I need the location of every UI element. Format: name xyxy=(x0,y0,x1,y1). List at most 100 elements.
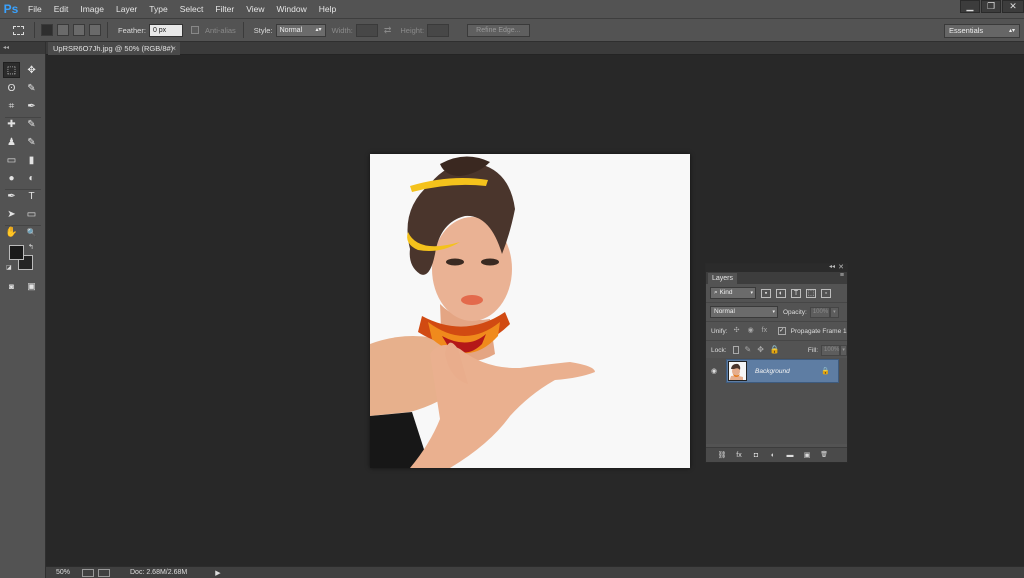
close-button[interactable]: ✕ xyxy=(1002,0,1024,13)
status-menu-arrow-icon[interactable]: ▶ xyxy=(215,569,220,577)
unify-position-icon[interactable]: ✣ xyxy=(734,327,742,335)
clone-stamp-tool-icon[interactable]: ♟ xyxy=(3,134,20,150)
close-panel-icon[interactable]: ✕ xyxy=(838,263,844,271)
foreground-color-swatch[interactable] xyxy=(9,245,24,260)
gradient-tool-icon[interactable]: ▮ xyxy=(23,152,40,168)
eraser-tool-icon[interactable]: ▭ xyxy=(3,152,20,168)
menu-image[interactable]: Image xyxy=(74,0,110,18)
tab-layers[interactable]: Layers xyxy=(708,273,738,284)
unify-style-icon[interactable]: fx xyxy=(762,327,770,335)
panel-menu-icon[interactable]: ≡ xyxy=(840,272,844,279)
filter-kind-dropdown[interactable]: ⌕ Kind ▾ xyxy=(710,287,756,299)
blur-tool-icon[interactable]: ● xyxy=(3,170,20,186)
workspace-dropdown[interactable]: Essentials ▴▾ xyxy=(944,24,1020,38)
document-canvas[interactable] xyxy=(370,154,690,468)
lock-position-icon[interactable]: ✥ xyxy=(757,346,764,354)
tool-preset-picker[interactable] xyxy=(6,21,30,39)
adjustment-filter-icon[interactable]: ◐ xyxy=(776,288,786,298)
subtract-selection-icon[interactable] xyxy=(73,24,85,36)
toolbar-collapse-icon[interactable]: ◂◂ xyxy=(0,42,45,54)
lasso-tool-icon[interactable]: ʘ xyxy=(3,80,20,96)
hand-tool-icon[interactable]: ✋ xyxy=(3,224,20,240)
visibility-eye-icon[interactable]: ◉ xyxy=(711,367,717,375)
blend-mode-dropdown[interactable]: Normal ▾ xyxy=(710,306,778,318)
antialias-checkbox[interactable] xyxy=(190,26,199,34)
unify-label: Unify: xyxy=(711,327,728,335)
rect-marquee-tool-icon[interactable]: ⬚ xyxy=(3,62,21,78)
smart-object-filter-icon[interactable]: ▫ xyxy=(821,288,831,298)
height-input[interactable] xyxy=(427,23,450,37)
swap-dimensions-icon[interactable]: ⇄ xyxy=(384,25,392,36)
refine-edge-button[interactable]: Refine Edge... xyxy=(467,23,530,37)
zoom-tool-icon[interactable]: 🔍 xyxy=(23,224,40,240)
menu-view[interactable]: View xyxy=(240,0,270,18)
style-label: Style: xyxy=(253,25,273,35)
intersect-selection-icon[interactable] xyxy=(89,24,101,36)
adjustment-layer-icon[interactable]: ◐ xyxy=(767,451,779,460)
menu-filter[interactable]: Filter xyxy=(209,0,240,18)
move-tool-icon[interactable]: ✥ xyxy=(23,62,40,78)
quick-selection-tool-icon[interactable]: ✎ xyxy=(23,80,40,96)
screen-mode-icon[interactable]: ▣ xyxy=(23,278,40,294)
blend-row: Normal ▾ Opacity: 100% ▾ xyxy=(706,303,847,322)
default-colors-icon[interactable]: ◪ xyxy=(6,264,12,271)
opacity-input[interactable]: 100% xyxy=(809,306,830,318)
panel-titlebar[interactable]: ◂◂ ✕ xyxy=(706,264,847,272)
history-brush-tool-icon[interactable]: ✎ xyxy=(23,134,40,150)
menu-file[interactable]: File xyxy=(22,0,48,18)
pen-tool-icon[interactable]: ✒ xyxy=(3,188,20,204)
brush-tool-icon[interactable]: ✎ xyxy=(23,116,40,132)
link-layers-icon[interactable]: ⛓ xyxy=(716,451,728,460)
crop-tool-icon[interactable]: ⌗ xyxy=(3,98,20,114)
rectangle-tool-icon[interactable]: ▭ xyxy=(23,206,40,222)
layer-name[interactable]: Background xyxy=(755,368,790,375)
document-tab[interactable]: UpRSR6O7Jh.jpg @ 50% (RGB/8#) × xyxy=(48,42,180,55)
type-filter-icon[interactable]: T xyxy=(791,288,801,298)
new-selection-icon[interactable] xyxy=(41,24,53,36)
layer-style-icon[interactable]: fx xyxy=(733,451,745,460)
healing-brush-tool-icon[interactable]: ✚ xyxy=(3,116,20,132)
rect-marquee-icon xyxy=(12,25,24,35)
quick-mask-icon[interactable]: ◙ xyxy=(3,278,20,294)
canvas-area[interactable] xyxy=(46,56,1024,566)
swap-colors-icon[interactable]: ↰ xyxy=(28,243,34,251)
status-bar: 50% Doc: 2.68M/2.68M ▶ xyxy=(46,566,1024,578)
menu-select[interactable]: Select xyxy=(174,0,210,18)
pixel-filter-icon[interactable]: ▪ xyxy=(761,288,771,298)
status-view-icon[interactable] xyxy=(82,568,94,577)
chevron-down-icon[interactable]: ▾ xyxy=(840,344,847,356)
unify-visibility-icon[interactable]: ◉ xyxy=(748,327,756,335)
menu-type[interactable]: Type xyxy=(143,0,173,18)
status-share-icon[interactable] xyxy=(98,568,110,577)
lock-all-icon[interactable]: 🔒 xyxy=(770,346,780,354)
style-dropdown[interactable]: Normal ▴▾ xyxy=(275,23,326,37)
type-tool-icon[interactable]: T xyxy=(23,188,40,204)
propagate-checkbox[interactable]: ✓ xyxy=(777,327,786,335)
lock-transparent-icon[interactable] xyxy=(732,346,739,354)
delete-layer-icon[interactable]: 🗑 xyxy=(818,451,830,460)
new-group-icon[interactable]: ▬ xyxy=(784,451,796,460)
add-selection-icon[interactable] xyxy=(57,24,69,36)
shape-filter-icon[interactable]: ⬚ xyxy=(806,288,816,298)
close-tab-icon[interactable]: × xyxy=(171,42,176,55)
menu-edit[interactable]: Edit xyxy=(48,0,75,18)
menu-window[interactable]: Window xyxy=(270,0,312,18)
zoom-level[interactable]: 50% xyxy=(56,569,78,576)
menu-help[interactable]: Help xyxy=(313,0,342,18)
chevron-down-icon[interactable]: ▾ xyxy=(829,306,839,318)
dodge-tool-icon[interactable]: ◐ xyxy=(23,170,40,186)
menu-layer[interactable]: Layer xyxy=(110,0,143,18)
path-selection-tool-icon[interactable]: ➤ xyxy=(3,206,20,222)
eyedropper-tool-icon[interactable]: ✒ xyxy=(23,98,40,114)
divider xyxy=(242,22,244,38)
collapse-panel-icon[interactable]: ◂◂ xyxy=(829,263,835,270)
new-layer-icon[interactable]: ▣ xyxy=(801,451,813,460)
feather-input[interactable]: 0 px xyxy=(148,23,183,37)
lock-pixels-icon[interactable]: ✎ xyxy=(745,346,752,354)
restore-button[interactable]: ❐ xyxy=(981,0,1001,13)
width-input[interactable] xyxy=(355,23,378,37)
antialias-label: Anti-alias xyxy=(204,25,236,35)
add-mask-icon[interactable]: ◘ xyxy=(750,451,762,460)
minimize-button[interactable]: ▁ xyxy=(960,0,980,13)
fill-input[interactable]: 100% xyxy=(821,344,841,356)
